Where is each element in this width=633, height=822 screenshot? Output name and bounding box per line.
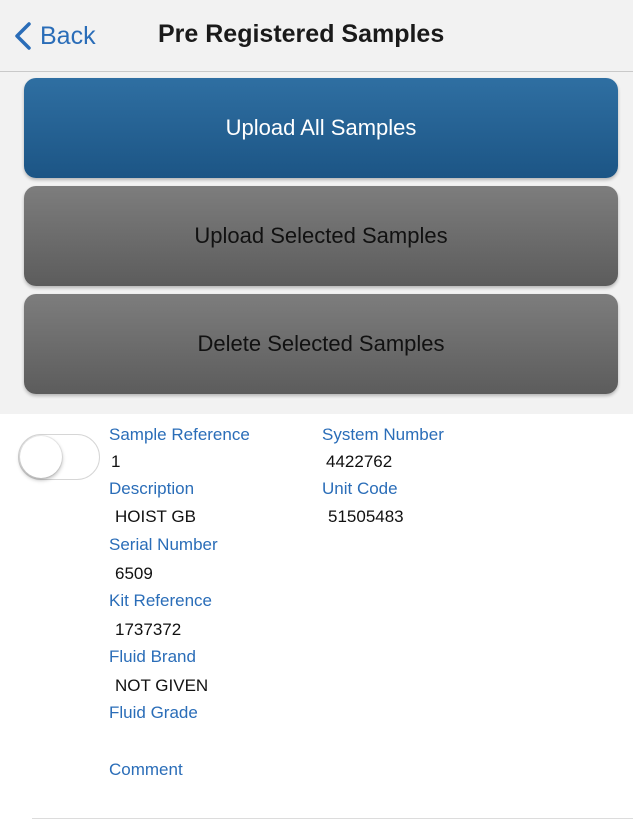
delete-selected-samples-button[interactable]: Delete Selected Samples bbox=[24, 294, 618, 394]
back-button[interactable]: Back bbox=[14, 18, 96, 54]
page-title: Pre Registered Samples bbox=[158, 20, 445, 48]
fluid-brand-label: Fluid Brand bbox=[109, 647, 196, 666]
back-label: Back bbox=[40, 21, 96, 50]
upload-selected-samples-button[interactable]: Upload Selected Samples bbox=[24, 186, 618, 286]
unit-code-value: 51505483 bbox=[328, 507, 404, 526]
toggle-knob bbox=[20, 436, 62, 478]
fluid-grade-label: Fluid Grade bbox=[109, 703, 198, 722]
kit-reference-label: Kit Reference bbox=[109, 591, 212, 610]
sample-select-toggle[interactable] bbox=[18, 434, 100, 480]
unit-code-label: Unit Code bbox=[322, 479, 398, 498]
sample-reference-value: 1 bbox=[111, 452, 121, 471]
row-divider bbox=[32, 818, 633, 819]
sample-list-item: Sample Reference 1 Description HOIST GB … bbox=[0, 414, 633, 822]
system-number-label: System Number bbox=[322, 425, 444, 444]
description-label: Description bbox=[109, 479, 195, 498]
serial-number-label: Serial Number bbox=[109, 535, 218, 554]
description-value: HOIST GB bbox=[115, 507, 196, 526]
system-number-value: 4422762 bbox=[326, 452, 393, 471]
serial-number-value: 6509 bbox=[115, 564, 153, 583]
kit-reference-value: 1737372 bbox=[115, 620, 182, 639]
sample-reference-label: Sample Reference bbox=[109, 425, 250, 444]
chevron-left-icon bbox=[15, 22, 31, 50]
navigation-bar: Back Pre Registered Samples bbox=[0, 0, 633, 72]
upload-all-samples-button[interactable]: Upload All Samples bbox=[24, 78, 618, 178]
actions-panel: Upload All Samples Upload Selected Sampl… bbox=[0, 72, 633, 414]
comment-label: Comment bbox=[109, 760, 183, 779]
fluid-brand-value: NOT GIVEN bbox=[115, 676, 209, 695]
